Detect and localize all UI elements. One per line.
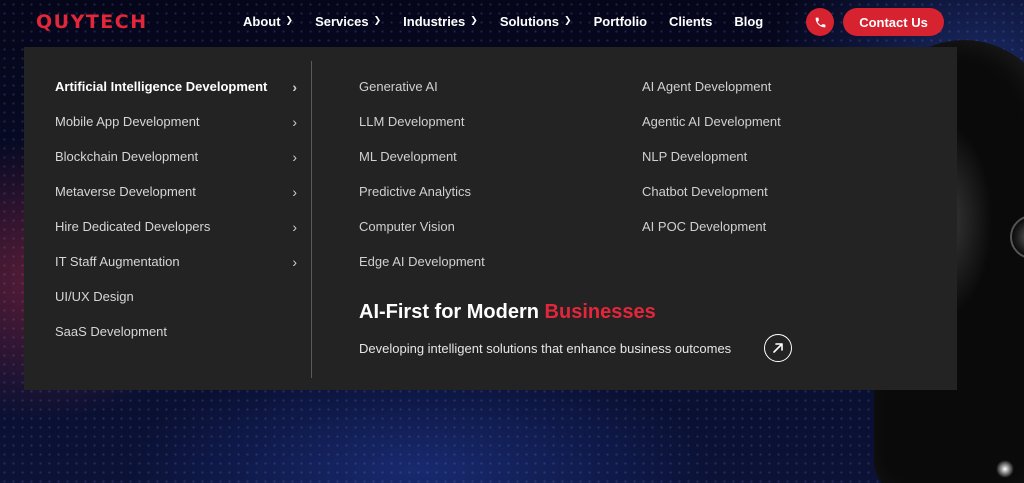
category-item-metaverse[interactable]: Metaverse Development › <box>55 174 305 209</box>
arrow-up-right-icon <box>773 343 783 353</box>
nav-label: Clients <box>669 14 713 29</box>
chevron-right-icon: › <box>292 253 297 270</box>
nav-label: Solutions <box>499 14 560 29</box>
nav-label: Services <box>315 14 369 29</box>
category-item-saas[interactable]: SaaS Development <box>55 314 305 349</box>
submenu-link-generative-ai[interactable]: Generative AI <box>359 69 599 104</box>
chevron-down-icon: ❯ <box>470 15 478 25</box>
submenu-link-edge-ai[interactable]: Edge AI Development <box>359 244 599 279</box>
chevron-down-icon: ❯ <box>285 15 294 25</box>
category-label: Metaverse Development <box>55 184 196 199</box>
category-item-ai-development[interactable]: Artificial Intelligence Development › <box>55 69 305 104</box>
category-label: Blockchain Development <box>55 149 199 164</box>
promo-link-button[interactable] <box>764 334 792 362</box>
phone-button[interactable] <box>806 8 834 36</box>
nav-item-about[interactable]: About ❯ <box>243 14 293 29</box>
submenu-link-llm-development[interactable]: LLM Development <box>359 104 599 139</box>
category-label: UI/UX Design <box>55 289 134 304</box>
nav-item-solutions[interactable]: Solutions ❯ <box>500 14 572 29</box>
chevron-down-icon: ❯ <box>564 15 572 25</box>
category-item-ui-ux[interactable]: UI/UX Design <box>55 279 305 314</box>
category-item-mobile-app[interactable]: Mobile App Development › <box>55 104 305 139</box>
menu-divider <box>311 61 312 378</box>
submenu-column-a: Generative AI LLM Development ML Develop… <box>359 69 599 279</box>
services-mega-menu: Artificial Intelligence Development › Mo… <box>24 47 957 390</box>
chevron-right-icon: › <box>292 218 297 235</box>
service-category-list: Artificial Intelligence Development › Mo… <box>55 69 305 349</box>
promo-subtitle: Developing intelligent solutions that en… <box>359 341 732 356</box>
site-header: QUYTECH About ❯ Services ❯ Industries ❯ Sol… <box>0 0 1024 46</box>
nav-item-services[interactable]: Services ❯ <box>315 14 381 29</box>
category-item-staff-augmentation[interactable]: IT Staff Augmentation › <box>55 244 305 279</box>
chevron-down-icon: ❯ <box>373 15 382 25</box>
phone-icon <box>815 17 825 27</box>
submenu-link-nlp[interactable]: NLP Development <box>642 139 882 174</box>
nav-label: Blog <box>734 14 764 29</box>
chevron-right-icon: › <box>292 113 297 130</box>
category-label: Hire Dedicated Developers <box>55 219 211 234</box>
submenu-link-ai-agent[interactable]: AI Agent Development <box>642 69 882 104</box>
nav-item-portfolio[interactable]: Portfolio <box>594 14 647 29</box>
category-label: SaaS Development <box>55 324 168 339</box>
chevron-right-icon: › <box>292 183 297 200</box>
nav-item-blog[interactable]: Blog <box>734 14 763 29</box>
brand-logo[interactable]: QUYTECH <box>36 11 148 33</box>
submenu-link-ml-development[interactable]: ML Development <box>359 139 599 174</box>
submenu-column-b: AI Agent Development Agentic AI Developm… <box>642 69 882 244</box>
main-nav: About ❯ Services ❯ Industries ❯ Solutions ❯ … <box>243 14 785 29</box>
category-label: Artificial Intelligence Development <box>55 79 268 94</box>
category-item-blockchain[interactable]: Blockchain Development › <box>55 139 305 174</box>
chevron-right-icon: › <box>292 78 297 95</box>
promo-heading: AI-First for Modern Businesses <box>359 301 656 324</box>
category-label: Mobile App Development <box>55 114 200 129</box>
robot-light <box>996 460 1014 478</box>
category-item-hire-developers[interactable]: Hire Dedicated Developers › <box>55 209 305 244</box>
submenu-link-computer-vision[interactable]: Computer Vision <box>359 209 599 244</box>
submenu-link-ai-poc[interactable]: AI POC Development <box>642 209 882 244</box>
robot-eye <box>1010 215 1024 259</box>
submenu-link-agentic-ai[interactable]: Agentic AI Development <box>642 104 882 139</box>
submenu-link-predictive-analytics[interactable]: Predictive Analytics <box>359 174 599 209</box>
nav-label: Portfolio <box>593 14 648 29</box>
nav-label: Industries <box>403 14 466 29</box>
chevron-right-icon: › <box>292 148 297 165</box>
contact-us-button[interactable]: Contact Us <box>843 8 944 36</box>
nav-item-industries[interactable]: Industries ❯ <box>403 14 478 29</box>
category-label: IT Staff Augmentation <box>55 254 180 269</box>
nav-label: About <box>243 14 281 29</box>
promo-heading-accent: Businesses <box>544 301 656 323</box>
submenu-link-chatbot[interactable]: Chatbot Development <box>642 174 882 209</box>
nav-item-clients[interactable]: Clients <box>669 14 712 29</box>
promo-heading-main: AI-First for Modern <box>359 301 545 323</box>
